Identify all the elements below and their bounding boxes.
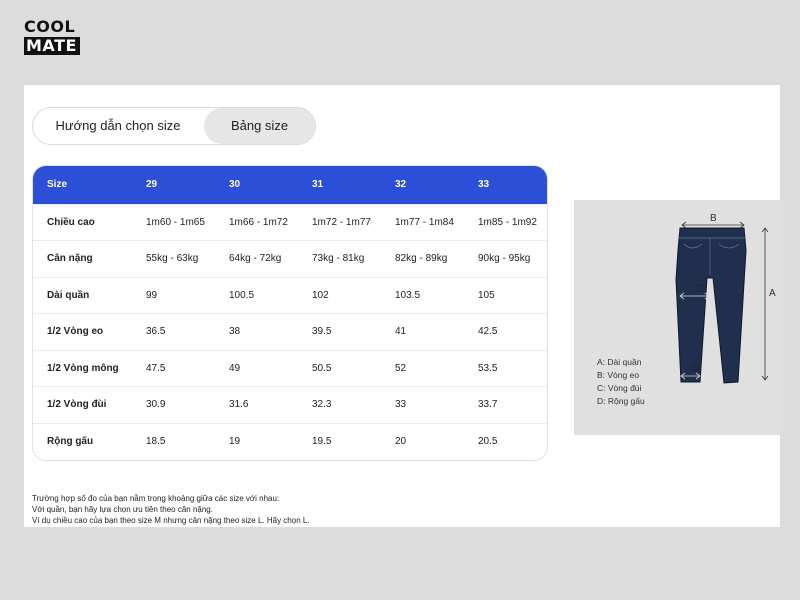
table-cell: 19.5 [312,436,332,447]
table-cell: 19 [229,436,241,447]
tab-switcher: Hướng dẫn chọn size Bảng size [32,107,316,145]
note-line: Với quần, bạn hãy lựa chọn ưu tiên theo … [32,505,213,514]
table-cell: 33 [395,399,407,411]
size-notes: Trường hợp số đo của bạn nằm trong khoản… [32,493,310,526]
table-cell: 41 [395,326,407,338]
table-cell: 18.5 [146,436,166,447]
table-cell: 32.3 [312,399,332,411]
header-cell: 31 [312,179,324,191]
table-cell: 90kg - 95kg [478,253,531,265]
table-cell: 42.5 [478,326,498,338]
table-cell: 39.5 [312,326,332,338]
note-line: Trường hợp số đo của bạn nằm trong khoản… [32,494,280,503]
table-cell: 52 [395,362,407,374]
table-row: Dài quần 99 100.5 102 103.5 105 [33,277,547,314]
table-cell: 33.7 [478,399,498,411]
table-cell: 1m72 - 1m77 [312,216,371,228]
tab-size-guide[interactable]: Hướng dẫn chọn size [33,108,203,144]
table-row: 1/2 Vòng mông 47.5 49 50.5 52 53.5 [33,350,547,387]
size-table: Size 29 30 31 32 33 Chiều cao 1m60 - 1m65… [33,166,547,460]
table-cell: 38 [229,326,241,338]
logo-line-2: MATE [24,37,80,55]
logo-line-1: COOL [24,17,76,36]
jeans-shape [675,227,747,384]
row-label: Dài quần [47,289,90,301]
row-label: 1/2 Vòng đùi [47,399,107,411]
table-cell: 49 [229,362,241,374]
row-label: 1/2 Vòng eo [47,326,104,338]
brand-logo[interactable]: COOL MATE [24,18,81,55]
row-label: Rộng gấu [47,436,94,447]
table-cell: 53.5 [478,362,498,374]
legend-item: B: Vòng eo [597,370,640,380]
table-cell: 1m60 - 1m65 [146,216,205,228]
table-cell: 30.9 [146,399,166,411]
table-row: Chiều cao 1m60 - 1m65 1m66 - 1m72 1m72 - 1m… [33,204,547,241]
table-cell: 103.5 [395,289,421,301]
table-cell: 36.5 [146,326,166,338]
table-cell: 102 [312,289,329,301]
header-cell: 32 [395,179,407,191]
table-cell: 82kg - 89kg [395,253,448,265]
table-row: 1/2 Vòng đùi 30.9 31.6 32.3 33 33.7 [33,386,547,424]
label-c: C [697,284,704,295]
header-cell: 30 [229,179,241,191]
jeans-measurement-diagram: B A C D A: Dài quần B: Vòng eo C: Vòng đ… [574,200,780,435]
table-header-row: Size 29 30 31 32 33 [33,166,547,204]
measurement-legend: A: Dài quần B: Vòng eo C: Vòng đùi D: Rộ… [597,356,645,408]
table-cell: 64kg - 72kg [229,253,282,265]
header-cell: Size [47,179,68,191]
legend-item: C: Vòng đùi [597,383,642,393]
legend-item: D: Rộng gấu [597,396,645,406]
table-cell: 47.5 [146,362,166,374]
table-cell: 1m77 - 1m84 [395,216,454,228]
table-cell: 31.6 [229,399,249,411]
row-label: Chiều cao [47,216,95,228]
header-cell: 33 [478,179,490,191]
table-cell: 55kg - 63kg [146,253,199,265]
table-cell: 1m66 - 1m72 [229,216,288,228]
table-cell: 50.5 [312,362,332,374]
tab-size-chart[interactable]: Bảng size [204,108,315,144]
size-table-card: Size 29 30 31 32 33 Chiều cao 1m60 - 1m65… [32,165,548,461]
legend-item: A: Dài quần [597,357,642,367]
label-d: D [692,363,699,374]
table-cell: 1m85 - 1m92 [478,216,537,228]
table-cell: 105 [478,289,495,301]
table-cell: 100.5 [229,289,255,301]
header-cell: 29 [146,179,158,191]
table-row: Cân nặng 55kg - 63kg 64kg - 72kg 73kg - 81k… [33,240,547,278]
label-a: A [769,288,776,299]
table-row: Rộng gấu 18.5 19 19.5 20 20.5 [33,423,547,460]
table-cell: 99 [146,289,158,301]
table-cell: 20 [395,436,407,447]
label-b: B [710,213,717,224]
row-label: Cân nặng [47,253,93,265]
table-row: 1/2 Vòng eo 36.5 38 39.5 41 42.5 [33,313,547,351]
table-cell: 20.5 [478,436,498,447]
table-cell: 73kg - 81kg [312,253,365,265]
note-line: Ví dụ chiều cao của bạn theo size M nhưn… [32,516,310,525]
row-label: 1/2 Vòng mông [47,362,119,374]
